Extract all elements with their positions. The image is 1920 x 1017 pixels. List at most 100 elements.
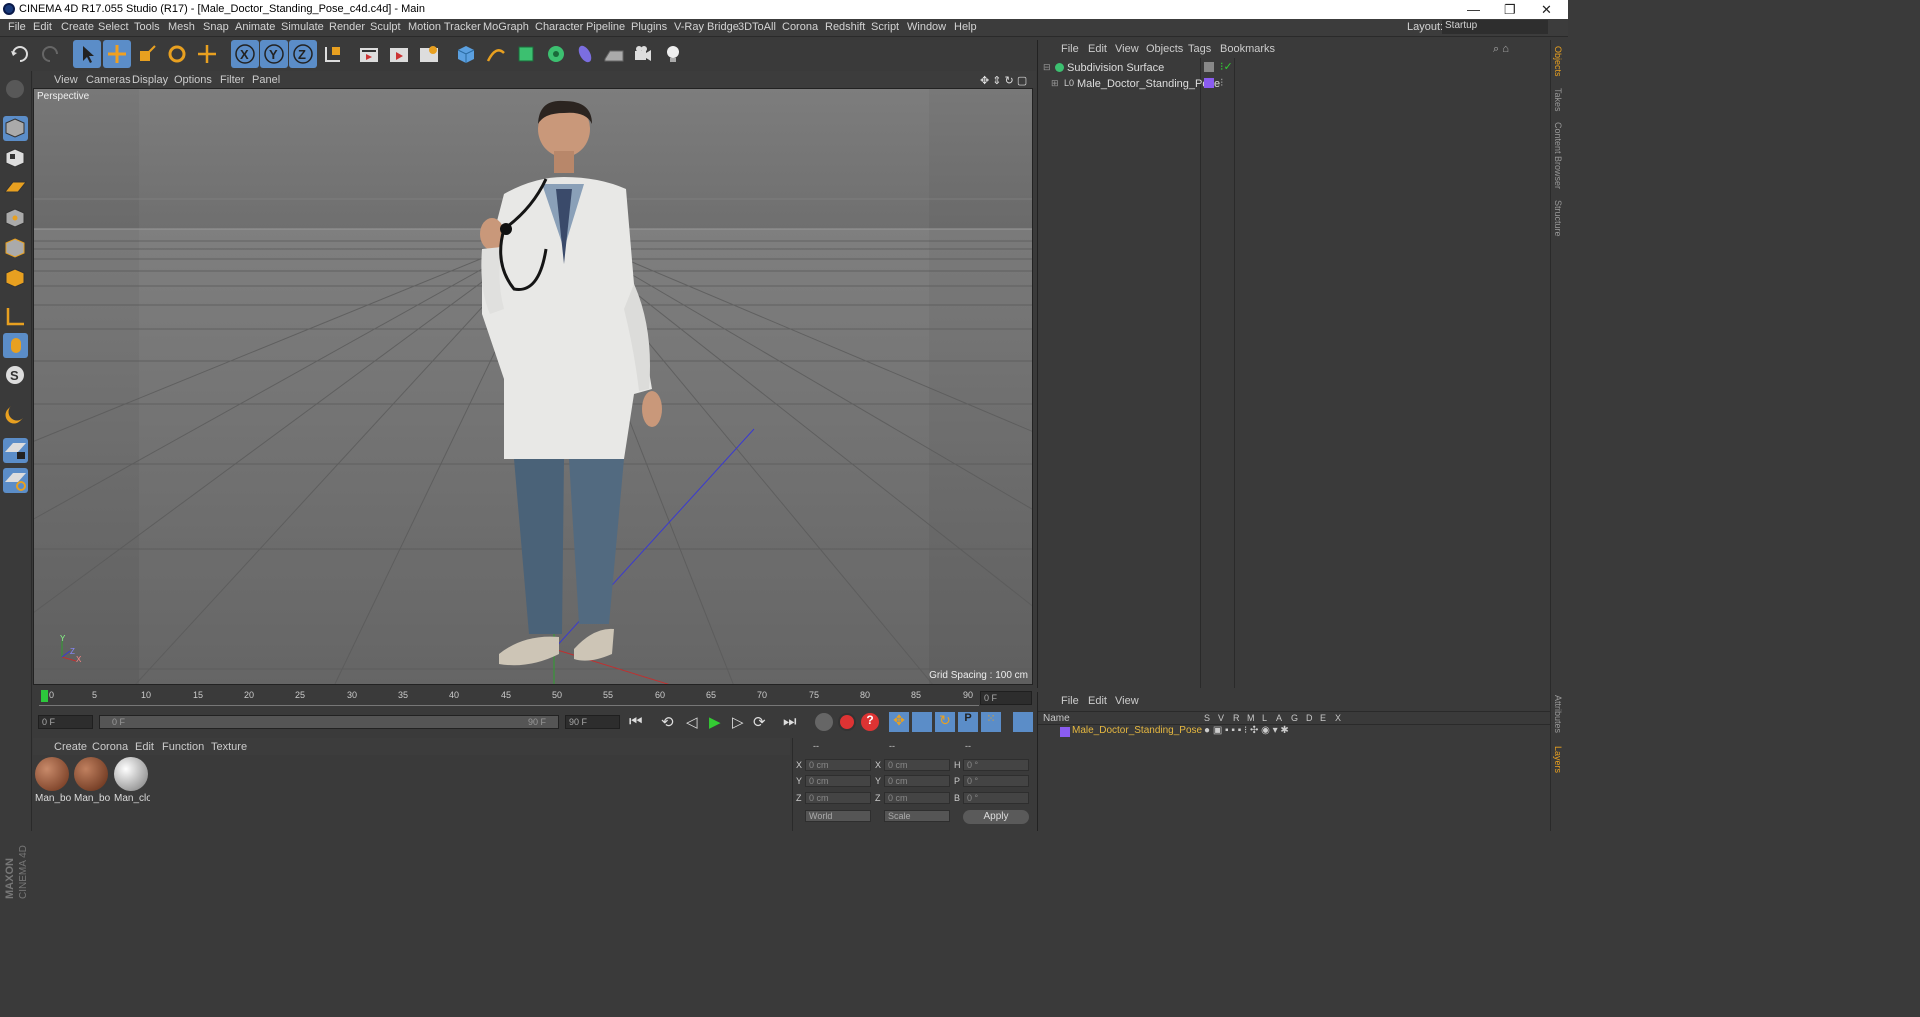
floor-object-button[interactable] [600, 40, 628, 68]
menu-vray-bridge[interactable]: V-Ray Bridge [674, 21, 739, 33]
render-view-button[interactable] [355, 40, 383, 68]
play-button[interactable]: ▶ [709, 713, 721, 731]
key-scale-button[interactable] [912, 712, 932, 732]
menu-motion-tracker[interactable]: Motion Tracker [408, 21, 481, 33]
menu-snap[interactable]: Snap [203, 21, 229, 33]
tab-takes[interactable]: Takes [1553, 88, 1563, 112]
deformer-button[interactable] [571, 40, 599, 68]
viewport-menu-panel[interactable]: Panel [252, 74, 280, 86]
next-key-button[interactable]: ⟳ [753, 713, 766, 731]
material-swatch[interactable] [114, 757, 148, 791]
menu-script[interactable]: Script [871, 21, 899, 33]
menu-tools[interactable]: Tools [134, 21, 160, 33]
menu-simulate[interactable]: Simulate [281, 21, 324, 33]
size-mode-dropdown[interactable]: Scale [884, 810, 950, 822]
range-slider[interactable]: 0 F 90 F [99, 715, 559, 729]
layout-dropdown[interactable]: Startup [1442, 20, 1548, 34]
texture-mode-button[interactable] [3, 146, 28, 171]
position-z-field[interactable]: 0 cm [805, 792, 871, 804]
object-menu-tags[interactable]: Tags [1188, 43, 1211, 55]
menu-render[interactable]: Render [329, 21, 365, 33]
tab-layers[interactable]: Layers [1553, 746, 1563, 773]
record-active-objects-button[interactable] [838, 713, 856, 731]
tweak-mode-button[interactable] [3, 333, 28, 358]
enabled-check-icon[interactable]: ⁝✓ [1220, 60, 1233, 73]
menu-3dtoall[interactable]: 3DToAll [738, 21, 776, 33]
material-menu-create[interactable]: Create [54, 741, 87, 753]
menu-character[interactable]: Character [535, 21, 583, 33]
layer-name[interactable]: Male_Doctor_Standing_Pose [1072, 725, 1202, 736]
polygons-mode-button[interactable] [3, 266, 28, 291]
frame-ruler[interactable]: 0 5 10 15 20 25 30 35 40 45 50 55 60 65 … [39, 690, 979, 706]
size-x-field[interactable]: 0 cm [884, 759, 950, 771]
scale-tool-button[interactable] [133, 40, 161, 68]
menu-sculpt[interactable]: Sculpt [370, 21, 401, 33]
material-swatch[interactable] [35, 757, 69, 791]
render-settings-button[interactable] [415, 40, 443, 68]
menu-mesh[interactable]: Mesh [168, 21, 195, 33]
render-to-picture-viewer-button[interactable] [385, 40, 413, 68]
viewport-navigation-icons[interactable]: ✥ ⇕ ↻ ▢ [980, 74, 1027, 87]
previous-frame-button[interactable]: ◁ [686, 713, 698, 731]
tab-structure[interactable]: Structure [1553, 200, 1563, 237]
object-search-icon[interactable]: ⌕ ⌂ [1493, 43, 1509, 56]
timeline-window-button[interactable] [1013, 712, 1033, 732]
tab-content-browser[interactable]: Content Browser [1553, 122, 1563, 189]
go-to-start-button[interactable]: ⏮ [629, 713, 643, 730]
3d-viewport[interactable]: Perspective Y X Z Grid Spacing : 100 cm [33, 88, 1033, 685]
object-row[interactable]: ⊞ L0 Male_Doctor_Standing_Pose ⁝ [1038, 76, 1550, 92]
workplane-rotate-button[interactable] [3, 468, 28, 493]
coordinate-space-dropdown[interactable]: World [805, 810, 871, 822]
position-y-field[interactable]: 0 cm [805, 775, 871, 787]
rotate-tool-button[interactable] [163, 40, 191, 68]
collapse-icon[interactable]: ⊟ [1043, 62, 1051, 73]
cloner-button[interactable] [542, 40, 570, 68]
rotation-h-field[interactable]: 0 ° [963, 759, 1029, 771]
viewport-menu-display[interactable]: Display [132, 74, 168, 86]
object-row[interactable]: ⊟ Subdivision Surface ⁝✓ [1038, 60, 1550, 76]
material-swatch[interactable] [74, 757, 108, 791]
material-menu-edit[interactable]: Edit [135, 741, 154, 753]
camera-object-button[interactable] [629, 40, 657, 68]
redo-button[interactable] [36, 40, 64, 68]
material-menu-function[interactable]: Function [162, 741, 204, 753]
cube-object-button[interactable] [452, 40, 480, 68]
minimize-button[interactable]: — [1467, 2, 1480, 17]
workplane-lock-button[interactable] [3, 438, 28, 463]
undo-button[interactable] [6, 40, 34, 68]
snap-button[interactable]: S [3, 363, 28, 388]
close-button[interactable]: ✕ [1541, 2, 1552, 18]
expand-icon[interactable]: ⊞ [1051, 78, 1059, 89]
menu-window[interactable]: Window [907, 21, 946, 33]
light-object-button[interactable] [659, 40, 687, 68]
visibility-dots-icon[interactable]: ⁝ [1220, 76, 1224, 89]
layer-toggle-icons[interactable]: ● ▣ ▪ ▪ ▪ ⁝ ✣ ◉ ▾ ✱ [1204, 725, 1289, 736]
rotation-p-field[interactable]: 0 ° [963, 775, 1029, 787]
y-axis-lock-button[interactable]: Y [260, 40, 288, 68]
edges-mode-button[interactable] [3, 236, 28, 261]
material-menu-corona[interactable]: Corona [92, 741, 128, 753]
move-tool-button[interactable] [103, 40, 131, 68]
menu-animate[interactable]: Animate [235, 21, 275, 33]
viewport-menu-filter[interactable]: Filter [220, 74, 244, 86]
key-parameter-button[interactable]: P [958, 712, 978, 732]
layer-menu-edit[interactable]: Edit [1088, 695, 1107, 707]
timeline-ruler[interactable]: 0 5 10 15 20 25 30 35 40 45 50 55 60 65 … [33, 686, 1036, 710]
material-menu-texture[interactable]: Texture [211, 741, 247, 753]
object-menu-file[interactable]: File [1061, 43, 1079, 55]
previous-key-button[interactable]: ⟲ [661, 713, 674, 731]
key-rotation-button[interactable]: ↻ [935, 712, 955, 732]
viewport-menu-view[interactable]: View [54, 74, 78, 86]
menu-redshift[interactable]: Redshift [825, 21, 865, 33]
x-axis-lock-button[interactable]: X [231, 40, 259, 68]
menu-corona[interactable]: Corona [782, 21, 818, 33]
layer-color-swatch[interactable] [1204, 78, 1214, 88]
current-frame-field[interactable]: 0 F [980, 691, 1032, 705]
size-z-field[interactable]: 0 cm [884, 792, 950, 804]
position-x-field[interactable]: 0 cm [805, 759, 871, 771]
restore-button[interactable]: ❐ [1504, 2, 1516, 18]
coordinate-system-button[interactable] [319, 40, 347, 68]
menu-edit[interactable]: Edit [33, 21, 52, 33]
layer-color-swatch[interactable] [1060, 727, 1070, 737]
object-name[interactable]: Male_Doctor_Standing_Pose [1077, 78, 1220, 90]
